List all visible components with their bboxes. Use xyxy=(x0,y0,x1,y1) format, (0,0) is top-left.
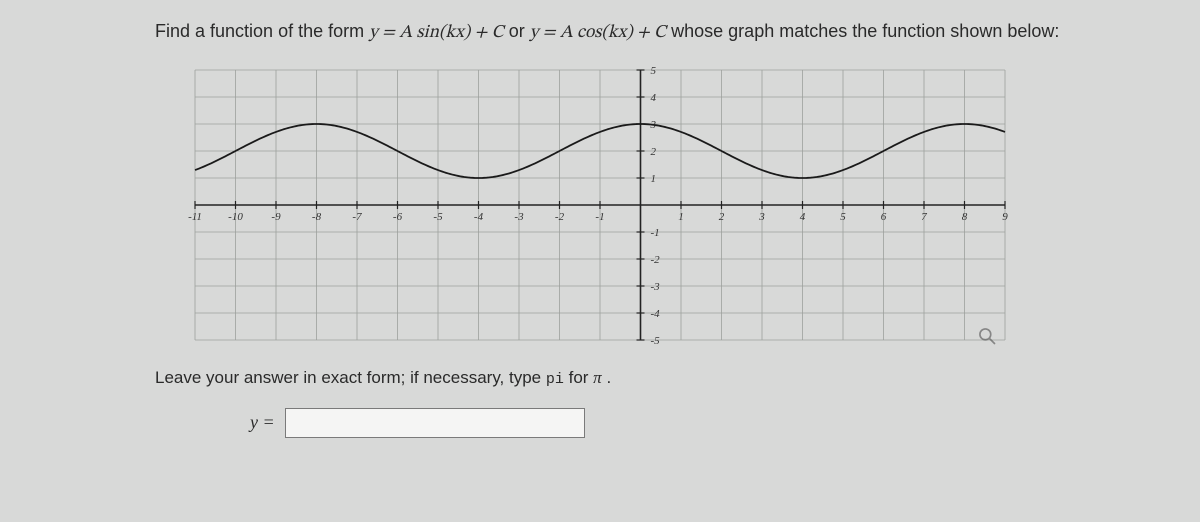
svg-text:5: 5 xyxy=(840,211,846,223)
question-prompt: Find a function of the form y = A sin(kx… xyxy=(0,18,1200,48)
svg-text:-8: -8 xyxy=(312,211,322,223)
svg-text:2: 2 xyxy=(651,146,657,158)
footnote-mid: for xyxy=(569,368,594,387)
svg-text:-11: -11 xyxy=(188,211,202,223)
svg-text:9: 9 xyxy=(1002,211,1008,223)
footnote-post: . xyxy=(606,368,611,387)
svg-text:-5: -5 xyxy=(433,211,443,223)
svg-text:2: 2 xyxy=(719,211,725,223)
svg-text:-4: -4 xyxy=(474,211,484,223)
svg-text:-3: -3 xyxy=(651,281,661,293)
svg-text:1: 1 xyxy=(651,173,657,185)
svg-text:-3: -3 xyxy=(514,211,524,223)
svg-text:5: 5 xyxy=(651,65,657,77)
prompt-eq1: y = A sin(kx) + C xyxy=(369,24,504,42)
svg-text:-2: -2 xyxy=(651,254,661,266)
svg-text:4: 4 xyxy=(651,92,657,104)
answer-input[interactable] xyxy=(285,408,585,438)
svg-text:-1: -1 xyxy=(595,211,604,223)
magnify-icon[interactable] xyxy=(977,326,997,346)
svg-text:4: 4 xyxy=(800,211,806,223)
svg-text:6: 6 xyxy=(881,211,887,223)
svg-text:-6: -6 xyxy=(393,211,403,223)
svg-text:7: 7 xyxy=(921,211,927,223)
prompt-pre: Find a function of the form xyxy=(155,21,369,41)
chart-svg: -11-10-9-8-7-6-5-4-3-2-112345678912345-1… xyxy=(185,60,1015,350)
prompt-post: whose graph matches the function shown b… xyxy=(671,21,1059,41)
svg-text:-1: -1 xyxy=(651,227,660,239)
svg-text:-7: -7 xyxy=(352,211,362,223)
chart-container: -11-10-9-8-7-6-5-4-3-2-112345678912345-1… xyxy=(185,60,1015,350)
footnote-piword: pi xyxy=(546,371,564,388)
footnote-pisym: π xyxy=(593,368,602,387)
svg-text:3: 3 xyxy=(758,211,765,223)
svg-text:-2: -2 xyxy=(555,211,565,223)
svg-text:-5: -5 xyxy=(651,335,661,347)
instruction-footnote: Leave your answer in exact form; if nece… xyxy=(0,368,1200,388)
answer-row: y = xyxy=(0,408,1200,438)
svg-text:1: 1 xyxy=(678,211,684,223)
svg-text:8: 8 xyxy=(962,211,968,223)
svg-text:-4: -4 xyxy=(651,308,661,320)
prompt-eq2: y = A cos(kx) + C xyxy=(530,24,666,42)
prompt-mid: or xyxy=(509,21,530,41)
svg-text:-10: -10 xyxy=(228,211,243,223)
footnote-pre: Leave your answer in exact form; if nece… xyxy=(155,368,546,387)
svg-text:-9: -9 xyxy=(271,211,281,223)
answer-label: y = xyxy=(250,412,275,433)
